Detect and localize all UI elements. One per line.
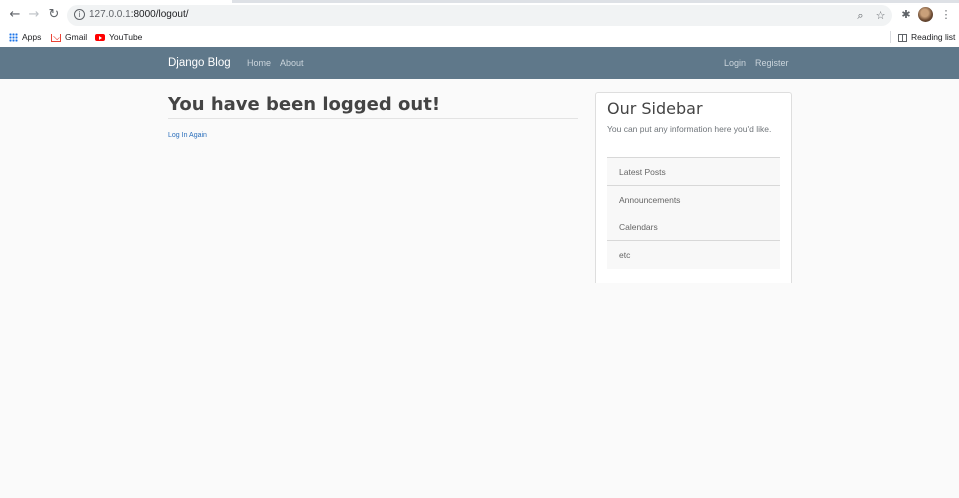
sidebar-item-etc[interactable]: etc xyxy=(607,240,780,268)
reading-list-button[interactable]: Reading list xyxy=(898,30,955,44)
browser-chrome: ← → ↻ i 127.0.0.1:8000/logout/ ⌕ ☆ ✱ ⋮ A… xyxy=(0,0,959,47)
profile-avatar[interactable] xyxy=(918,7,933,22)
bookmark-apps[interactable]: Apps xyxy=(9,30,41,44)
nav-link-register[interactable]: Register xyxy=(755,57,789,69)
bookmark-youtube[interactable]: YouTube xyxy=(95,30,142,44)
nav-link-home[interactable]: Home xyxy=(247,57,271,69)
nav-link-about[interactable]: About xyxy=(280,57,304,69)
sidebar-description: You can put any information here you'd l… xyxy=(607,124,772,134)
reading-list-icon xyxy=(898,33,907,42)
sidebar-item-latest-posts[interactable]: Latest Posts xyxy=(607,157,780,185)
log-in-again-link[interactable]: Log In Again xyxy=(168,131,207,140)
menu-kebab-icon[interactable]: ⋮ xyxy=(938,7,954,23)
toolbar: ← → ↻ i 127.0.0.1:8000/logout/ ⌕ ☆ ✱ ⋮ xyxy=(0,3,959,27)
url-host: 127.0.0.1 xyxy=(89,9,131,20)
reading-list-label: Reading list xyxy=(911,32,956,42)
navbar-brand[interactable]: Django Blog xyxy=(168,56,231,70)
back-icon[interactable]: ← xyxy=(7,7,23,23)
sidebar-list: Latest Posts Announcements Calendars etc xyxy=(607,157,780,269)
bookmark-label: Apps xyxy=(22,32,42,42)
site-navbar: Django Blog Home About Login Register xyxy=(0,47,959,79)
extensions-icon[interactable]: ✱ xyxy=(898,7,914,23)
page-title: You have been logged out! xyxy=(168,94,441,115)
apps-grid-icon xyxy=(9,33,18,43)
forward-icon[interactable]: → xyxy=(26,7,42,23)
url-text[interactable]: 127.0.0.1:8000/logout/ xyxy=(89,8,189,22)
sidebar-item-announcements[interactable]: Announcements xyxy=(607,185,780,213)
sidebar-title: Our Sidebar xyxy=(607,99,703,118)
bookmark-gmail[interactable]: Gmail xyxy=(51,30,87,44)
sidebar-card: Our Sidebar You can put any information … xyxy=(595,92,792,283)
sidebar-item-calendars[interactable]: Calendars xyxy=(607,213,780,241)
bookmark-label: YouTube xyxy=(109,32,143,42)
reload-icon[interactable]: ↻ xyxy=(46,7,62,23)
youtube-icon xyxy=(95,34,105,42)
address-bar[interactable]: i 127.0.0.1:8000/logout/ ⌕ ☆ xyxy=(67,5,892,26)
title-divider xyxy=(168,118,578,119)
bookmark-label: Gmail xyxy=(65,32,88,42)
url-path: :8000/logout/ xyxy=(130,9,189,20)
bookmark-star-icon[interactable]: ☆ xyxy=(873,8,888,23)
bookmarks-separator xyxy=(890,31,891,43)
bookmarks-bar: Apps Gmail YouTube Reading list xyxy=(0,27,959,46)
zoom-icon[interactable]: ⌕ xyxy=(853,8,868,23)
nav-link-login[interactable]: Login xyxy=(724,57,746,69)
site-info-icon[interactable]: i xyxy=(74,9,85,20)
gmail-icon xyxy=(51,33,61,42)
